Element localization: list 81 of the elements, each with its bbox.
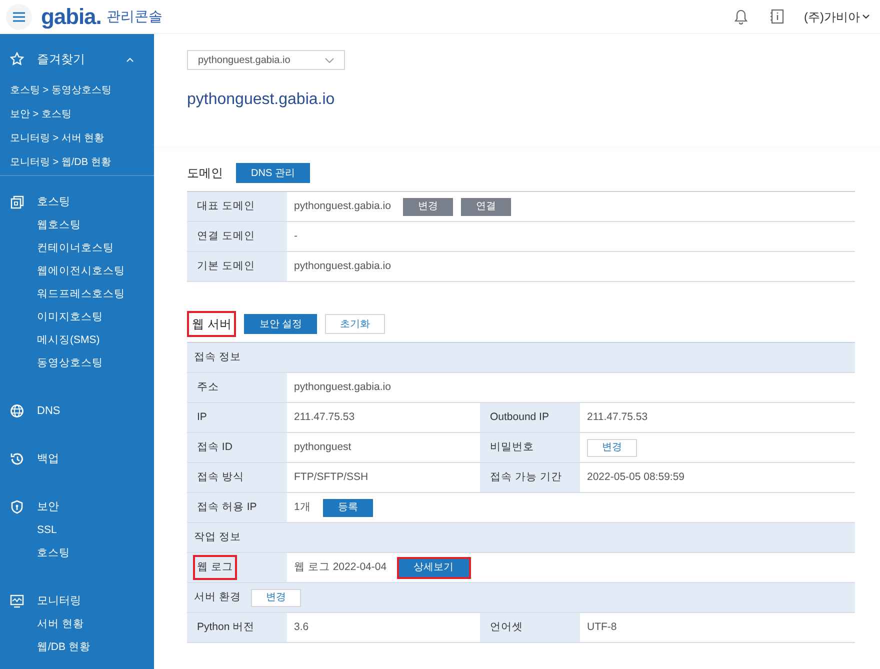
- cell-label: Python 버전: [196, 620, 256, 635]
- sidebar-heading[interactable]: 보안: [37, 498, 59, 516]
- button[interactable]: 초기화: [325, 314, 386, 334]
- table-cell-text: UTF-8: [587, 620, 617, 635]
- button[interactable]: 상세보기: [398, 558, 469, 576]
- table-cell-text: 2022-05-05 08:59:59: [587, 470, 684, 485]
- history-icon: [10, 452, 24, 466]
- sidebar-link[interactable]: 호스팅: [0, 542, 154, 565]
- cell-label: 접속 가능 기간: [489, 470, 563, 485]
- table-cell-text: FTP/SFTP/SSH: [294, 470, 368, 485]
- shield-icon: [10, 500, 24, 514]
- cell-label: Outbound IP: [489, 410, 550, 425]
- table-cell-text: 웹 로그 2022-04-04: [294, 560, 387, 575]
- sidebar-link[interactable]: 웹호스팅: [0, 214, 154, 237]
- menu-icon: [12, 10, 26, 22]
- account-menu[interactable]: (주)가비아: [804, 8, 870, 26]
- table-cell-text: pythonguest.gabia.io: [294, 198, 391, 214]
- cell-label: IP: [196, 410, 208, 425]
- page-heading: pythonguest.gabia.io: [187, 90, 335, 110]
- sidebar-link[interactable]: 웹에이전시호스팅: [0, 260, 154, 283]
- table-section-title: 서버 환경: [194, 590, 241, 605]
- domain-select[interactable]: pythonguest.gabia.io: [187, 50, 345, 70]
- sidebar-link[interactable]: SSL: [0, 519, 154, 542]
- sidebar-link[interactable]: 모니터링 > 웹/DB 현황: [0, 150, 154, 174]
- table-section-title: 접속 정보: [194, 350, 241, 365]
- cell-label: 접속 허용 IP: [196, 500, 258, 515]
- button[interactable]: 보안 설정: [244, 314, 318, 334]
- menu-button[interactable]: [6, 4, 32, 30]
- table-section-title: 작업 정보: [194, 530, 241, 545]
- caret-icon: [862, 14, 870, 20]
- notification-button[interactable]: [734, 8, 748, 24]
- cell-label: 대표 도메인: [196, 198, 256, 214]
- table-cell-text: pythonguest.gabia.io: [294, 380, 391, 395]
- sidebar-link[interactable]: 웹/DB 현황: [0, 636, 154, 659]
- sidebar-link[interactable]: 호스팅 > 동영상호스팅: [0, 78, 154, 102]
- sidebar-heading[interactable]: 모니터링: [37, 592, 81, 610]
- sidebar-link[interactable]: 컨테이너호스팅: [0, 237, 154, 260]
- copy-icon: [10, 195, 24, 209]
- table-cell-text: 1개: [294, 500, 311, 515]
- sidebar-link[interactable]: 보안 > 호스팅: [0, 102, 154, 126]
- table-cell-text: 3.6: [294, 620, 309, 635]
- button[interactable]: DNS 관리: [236, 163, 310, 183]
- chevron-down-icon: [325, 58, 334, 62]
- globe-icon: [10, 404, 24, 418]
- button[interactable]: 연결: [460, 198, 511, 216]
- button[interactable]: 변경: [250, 588, 301, 606]
- bell-icon: [734, 8, 748, 24]
- cell-label: 비밀번호: [489, 440, 535, 455]
- sidebar-link[interactable]: 서버 현황: [0, 613, 154, 636]
- table-cell-text: pythonguest: [294, 440, 352, 455]
- table-cell-text: pythonguest.gabia.io: [294, 258, 391, 274]
- info-panel-icon: [770, 9, 784, 24]
- sidebar-heading[interactable]: DNS: [37, 402, 60, 420]
- sidebar-link[interactable]: 워드프레스호스팅: [0, 283, 154, 306]
- sidebar-link[interactable]: 모니터링 > 서버 현황: [0, 126, 154, 150]
- star-icon: [10, 52, 24, 66]
- sidebar-heading[interactable]: 백업: [37, 450, 59, 468]
- info-button[interactable]: [770, 9, 784, 24]
- cell-label: 언어셋: [489, 620, 524, 635]
- table-cell-text: 211.47.75.53: [587, 410, 648, 425]
- cell-label: 연결 도메인: [196, 228, 256, 244]
- table-cell-text: -: [294, 228, 298, 244]
- sidebar-heading[interactable]: 즐겨찾기: [37, 50, 126, 68]
- monitor-chart-icon: [10, 594, 24, 608]
- section-title: 도메인: [186, 165, 224, 182]
- cell-label: 주소: [196, 380, 220, 395]
- sidebar-link[interactable]: 이미지호스팅: [0, 306, 154, 329]
- button[interactable]: 변경: [587, 438, 637, 456]
- cell-label: 웹 로그: [193, 554, 237, 580]
- sidebar-heading[interactable]: 호스팅: [37, 194, 70, 210]
- section-title: 웹 서버: [187, 311, 236, 337]
- cell-label: 접속 ID: [196, 440, 234, 455]
- cell-label: 접속 방식: [196, 470, 245, 485]
- sidebar-link[interactable]: 메시징(SMS): [0, 329, 154, 352]
- button[interactable]: 등록: [322, 498, 373, 516]
- cell-label: 기본 도메인: [196, 258, 256, 274]
- console-title: 관리콘솔: [106, 7, 162, 26]
- sidebar-link[interactable]: 동영상호스팅: [0, 352, 154, 375]
- logo: gabia.: [41, 6, 102, 28]
- button[interactable]: 변경: [402, 198, 453, 216]
- table-cell-text: 211.47.75.53: [294, 410, 355, 425]
